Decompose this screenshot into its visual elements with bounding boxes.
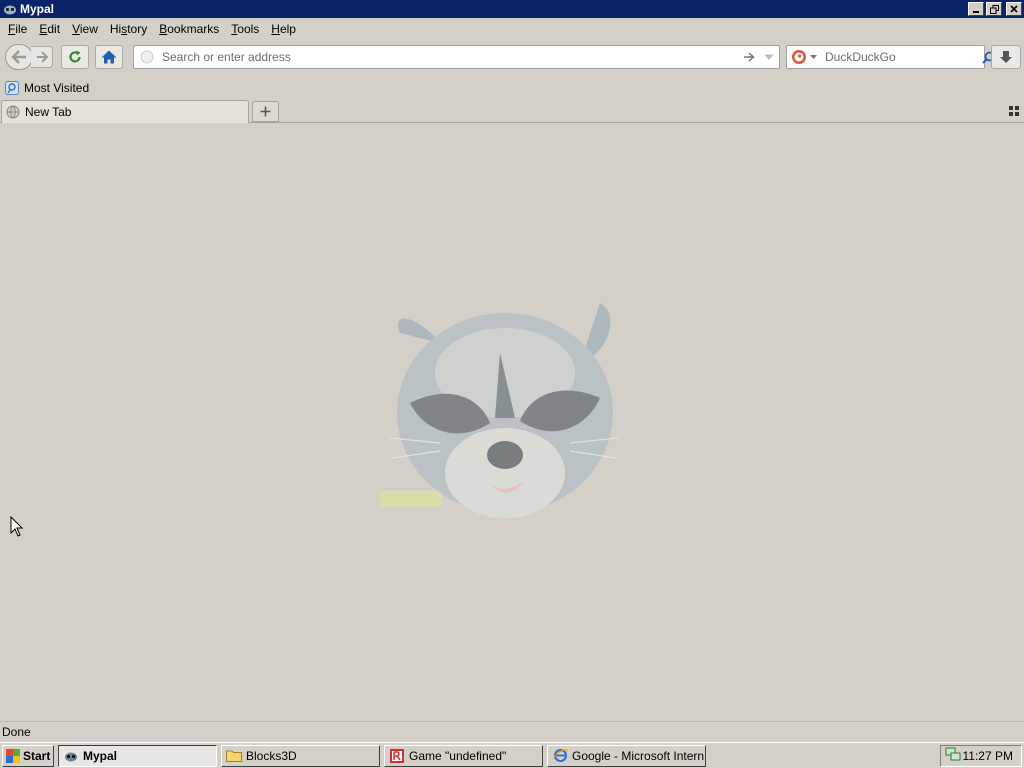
- minimize-button[interactable]: [968, 2, 984, 16]
- most-visited-icon: [5, 81, 19, 95]
- address-input[interactable]: [160, 49, 739, 65]
- taskbar-item-blocks3d[interactable]: Blocks3D: [221, 744, 380, 767]
- menu-view[interactable]: View: [66, 22, 104, 36]
- go-button[interactable]: [739, 52, 759, 62]
- bookmark-most-visited[interactable]: Most Visited: [5, 81, 89, 95]
- home-button[interactable]: [95, 45, 123, 69]
- roblox-icon: [389, 748, 405, 764]
- reload-button[interactable]: [61, 45, 89, 69]
- address-history-dropdown[interactable]: [759, 54, 779, 61]
- menu-history[interactable]: History: [104, 22, 153, 36]
- menu-file[interactable]: File: [2, 22, 33, 36]
- search-input[interactable]: [823, 49, 982, 65]
- taskbar-item-mypal[interactable]: Mypal: [58, 744, 217, 767]
- start-label: Start: [23, 748, 51, 763]
- downloads-button[interactable]: [991, 45, 1021, 69]
- windows-logo-icon: [6, 748, 20, 763]
- menu-help[interactable]: Help: [265, 22, 302, 36]
- page-content: [0, 123, 1024, 720]
- home-icon: [101, 50, 117, 64]
- duckduckgo-icon: [792, 50, 806, 64]
- tab-globe-icon: [6, 105, 20, 119]
- forward-arrow-icon: [36, 51, 48, 63]
- folder-icon: [226, 748, 242, 764]
- search-engine-selector[interactable]: [791, 49, 817, 65]
- page-globe-icon: [140, 50, 154, 64]
- menu-bookmarks[interactable]: Bookmarks: [153, 22, 225, 36]
- most-visited-label: Most Visited: [24, 81, 90, 95]
- taskbar-item-label: Mypal: [83, 748, 118, 763]
- go-arrow-icon: [744, 52, 755, 62]
- start-button[interactable]: Start: [2, 744, 54, 767]
- bookmarks-toolbar: Most Visited: [0, 78, 89, 98]
- plus-icon: [260, 106, 271, 117]
- restore-button[interactable]: [986, 2, 1002, 16]
- mypal-app-icon: [3, 2, 17, 16]
- status-text: Done: [2, 724, 31, 739]
- menu-bar: File Edit View History Bookmarks Tools H…: [0, 19, 1024, 39]
- windows-taskbar: Start Mypal Blocks3D Game "undefined" Go…: [0, 742, 1024, 768]
- taskbar-item-label: Game "undefined": [409, 748, 507, 763]
- menu-tools[interactable]: Tools: [225, 22, 265, 36]
- chevron-down-icon: [810, 54, 817, 59]
- mypal-icon: [63, 748, 79, 764]
- navigation-toolbar: [0, 42, 1024, 72]
- back-button[interactable]: [5, 44, 33, 70]
- address-bar[interactable]: [133, 45, 780, 69]
- taskbar-item-label: Google - Microsoft Intern...: [572, 748, 706, 763]
- tab-groups-icon[interactable]: [1009, 106, 1019, 116]
- menu-edit[interactable]: Edit: [33, 22, 66, 36]
- taskbar-item-game[interactable]: Game "undefined": [384, 744, 543, 767]
- chevron-down-icon: [764, 54, 774, 60]
- tab-new-tab[interactable]: New Tab: [1, 100, 249, 123]
- title-bar: Mypal: [0, 0, 1024, 18]
- tab-strip: New Tab: [0, 99, 1024, 123]
- taskbar-item-label: Blocks3D: [246, 748, 297, 763]
- tab-label: New Tab: [25, 105, 72, 119]
- new-tab-button[interactable]: [252, 101, 279, 122]
- clock[interactable]: 11:27 PM: [963, 749, 1013, 763]
- search-bar[interactable]: [786, 45, 995, 69]
- close-button[interactable]: [1006, 2, 1022, 16]
- raccoon-logo: [380, 303, 619, 518]
- status-bar: Done: [0, 721, 1024, 741]
- mouse-cursor: [10, 516, 24, 537]
- back-arrow-icon: [11, 50, 26, 64]
- download-arrow-icon: [1000, 50, 1012, 63]
- system-tray: 11:27 PM: [940, 745, 1022, 767]
- network-icon[interactable]: [945, 747, 961, 765]
- taskbar-item-internet-explorer[interactable]: Google - Microsoft Intern...: [547, 744, 706, 767]
- reload-icon: [69, 50, 81, 63]
- window-title: Mypal: [20, 2, 55, 16]
- forward-button[interactable]: [31, 46, 53, 68]
- internet-explorer-icon: [552, 748, 568, 764]
